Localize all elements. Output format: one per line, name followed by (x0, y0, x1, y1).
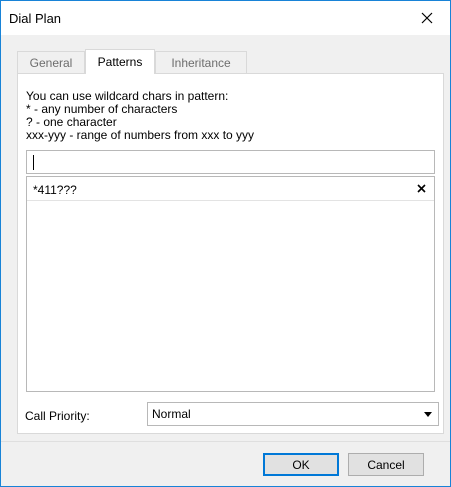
tab-patterns-label: Patterns (97, 55, 143, 69)
tab-inheritance-label: Inheritance (171, 55, 231, 70)
dial-plan-dialog: Dial Plan General Patterns Inheritance Y… (0, 0, 451, 487)
cancel-button-label: Cancel (367, 457, 405, 472)
tab-inheritance[interactable]: Inheritance (155, 51, 247, 73)
ok-button[interactable]: OK (263, 453, 339, 476)
call-priority-select[interactable]: Normal (147, 402, 439, 426)
list-item[interactable]: *411??? (27, 177, 434, 201)
cancel-button[interactable]: Cancel (348, 453, 424, 476)
close-icon (421, 12, 433, 24)
tab-general-label: General (29, 55, 73, 70)
close-icon (416, 183, 426, 193)
pattern-list[interactable]: *411??? (26, 176, 435, 392)
footer-divider (1, 441, 450, 442)
tab-general[interactable]: General (17, 51, 85, 73)
close-button[interactable] (404, 1, 450, 35)
chevron-down-icon (424, 412, 432, 417)
window-title: Dial Plan (9, 11, 62, 26)
wildcard-help: You can use wildcard chars in pattern: *… (26, 90, 254, 142)
pattern-text: *411??? (33, 183, 77, 197)
text-caret (33, 155, 34, 170)
call-priority-value: Normal (152, 407, 191, 421)
call-priority-label: Call Priority: (25, 409, 90, 423)
title-bar: Dial Plan (1, 1, 450, 35)
pattern-input[interactable] (26, 150, 435, 174)
patterns-panel: You can use wildcard chars in pattern: *… (17, 73, 444, 434)
ok-button-label: OK (292, 457, 310, 472)
remove-pattern-button[interactable] (414, 181, 428, 195)
help-line: xxx-yyy - range of numbers from xxx to y… (26, 128, 255, 142)
tab-patterns[interactable]: Patterns (85, 49, 155, 74)
